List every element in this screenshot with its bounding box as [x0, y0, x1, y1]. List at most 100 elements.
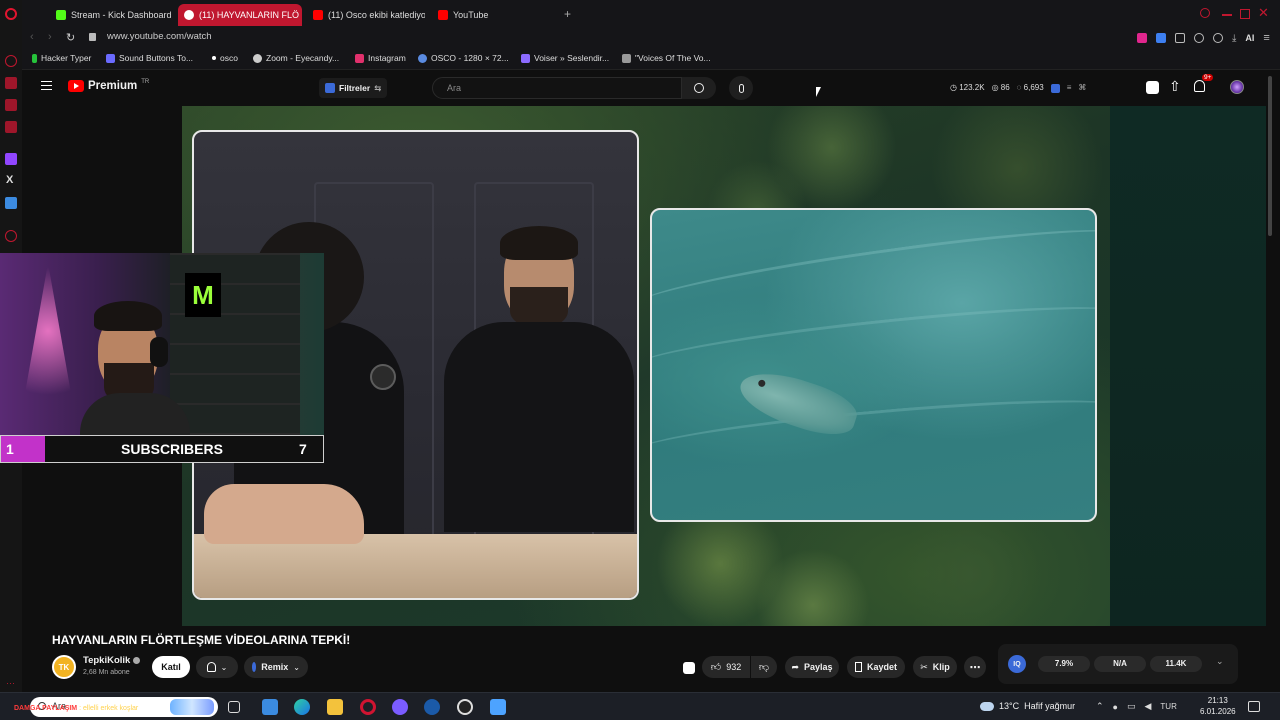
- extension-icon[interactable]: [1137, 33, 1147, 43]
- chevron-down-icon[interactable]: ⌄: [1216, 656, 1224, 667]
- tab-label: YouTube: [453, 10, 489, 20]
- fish-eye: [757, 378, 767, 388]
- opera-taskbar-icon[interactable]: [360, 699, 376, 715]
- clip-label: Klip: [932, 662, 950, 672]
- subscribe-bell-button[interactable]: ⌄: [196, 656, 238, 678]
- close-button[interactable]: ✕: [1258, 5, 1269, 21]
- thumbs-up-icon: 👍︎: [710, 662, 722, 673]
- edge-icon[interactable]: [294, 699, 310, 715]
- sidebar-refresh-icon[interactable]: [5, 55, 17, 67]
- create-icon[interactable]: [1146, 81, 1159, 94]
- network-icon[interactable]: ▭: [1127, 701, 1136, 712]
- sidebar-more-icon[interactable]: ···: [6, 678, 15, 688]
- bookmark-voices[interactable]: "Voices Of The Vo...: [622, 53, 711, 63]
- dislike-button[interactable]: 👎︎: [751, 656, 777, 678]
- bookmark-zoom[interactable]: Zoom - Eyecandy...: [253, 53, 339, 63]
- subscriber-goal: 7: [299, 441, 307, 457]
- ext-stat-c: 11.4K: [1150, 656, 1202, 672]
- search-icon: [694, 83, 704, 93]
- obs-icon[interactable]: [457, 699, 473, 715]
- maximize-button[interactable]: [1240, 9, 1250, 19]
- cast-icon[interactable]: ⌘: [1078, 83, 1086, 93]
- reload-icon[interactable]: ↻: [66, 31, 75, 44]
- bookmark-voiser[interactable]: Voiser » Seslendir...: [521, 53, 609, 63]
- new-tab-button[interactable]: +: [564, 7, 571, 21]
- tab-youtube[interactable]: YouTube: [432, 4, 550, 26]
- upload-icon[interactable]: ⇧: [1169, 78, 1181, 95]
- app-icon[interactable]: [490, 699, 506, 715]
- chevron-down-icon: ⌄: [293, 662, 300, 672]
- volume-icon[interactable]: ◀: [1145, 701, 1152, 712]
- extension-icon[interactable]: [1156, 33, 1166, 43]
- bookmark-instagram[interactable]: Instagram: [355, 53, 406, 63]
- clock-date: 6.01.2026: [1200, 707, 1236, 716]
- bookmark-sound-buttons[interactable]: Sound Buttons To...: [106, 53, 193, 63]
- bookmark-osco[interactable]: osco: [212, 53, 238, 63]
- file-explorer-icon[interactable]: [262, 699, 278, 715]
- extension-icon[interactable]: [1175, 33, 1185, 43]
- avatar[interactable]: [1230, 80, 1244, 94]
- microphone-icon[interactable]: ●: [1113, 702, 1118, 712]
- search-input[interactable]: Ara: [432, 77, 682, 99]
- page-scrollbar[interactable]: [1268, 70, 1274, 692]
- extensions-group: ⤓ AI ≡: [1137, 32, 1270, 44]
- filters-button[interactable]: Filtreler ⇆: [319, 78, 388, 98]
- profile-icon[interactable]: [1213, 33, 1223, 43]
- sidebar-music-icon[interactable]: [5, 121, 17, 133]
- bookmark-osco-1280[interactable]: OSCO - 1280 × 72...: [418, 53, 509, 63]
- voice-search-button[interactable]: [729, 76, 753, 100]
- sidebar-app-icon[interactable]: [5, 197, 17, 209]
- task-view-icon[interactable]: [228, 701, 240, 713]
- chevron-up-icon[interactable]: ⌃: [1096, 701, 1104, 712]
- discord-icon[interactable]: [392, 699, 408, 715]
- opera-logo-icon[interactable]: [5, 8, 17, 20]
- bookmark-label: Sound Buttons To...: [119, 53, 194, 63]
- hamburger-menu-icon[interactable]: [41, 81, 52, 90]
- puzzle-icon[interactable]: [1194, 33, 1204, 43]
- filters-label: Filtreler: [339, 83, 371, 93]
- list-icon[interactable]: ≡: [1067, 83, 1072, 93]
- language-indicator[interactable]: TUR: [1160, 702, 1176, 711]
- steam-icon[interactable]: [424, 699, 440, 715]
- folder-icon[interactable]: [327, 699, 343, 715]
- sidebar-x-icon[interactable]: X: [6, 174, 13, 186]
- back-icon[interactable]: ‹: [30, 31, 34, 43]
- tab-hayvanlarin[interactable]: (11) HAYVANLARIN FLÖ: [178, 4, 302, 26]
- remix-button[interactable]: Remix ⌄: [244, 656, 308, 678]
- join-button[interactable]: Katıl: [152, 656, 190, 678]
- sidebar-twitch-icon[interactable]: [5, 153, 17, 165]
- scrollbar-thumb[interactable]: [1268, 76, 1272, 236]
- sidebar-history-icon[interactable]: [5, 230, 17, 242]
- sidebar-bag-icon[interactable]: [5, 77, 17, 89]
- notification-center-icon[interactable]: [1248, 701, 1260, 712]
- channel-avatar[interactable]: TK: [52, 655, 76, 679]
- search-button[interactable]: [682, 77, 716, 99]
- weather-widget[interactable]: 13°C Hafif yağmur: [980, 701, 1075, 711]
- ai-button[interactable]: AI: [1245, 33, 1254, 43]
- share-label: Paylaş: [804, 662, 833, 672]
- tab-search-icon[interactable]: [1200, 8, 1210, 18]
- clip-button[interactable]: ✂ Klip: [913, 656, 957, 678]
- forward-icon[interactable]: ›: [48, 31, 52, 43]
- notifications-button[interactable]: 9+: [1194, 74, 1214, 92]
- iq-icon[interactable]: [1050, 84, 1060, 93]
- more-actions-button[interactable]: ⋯: [964, 656, 986, 678]
- clock[interactable]: 21:13 6.01.2026: [1200, 695, 1236, 717]
- share-button[interactable]: ➦ Paylaş: [785, 656, 839, 678]
- bookmarks-bar: Hacker Typer Sound Buttons To... osco Zo…: [22, 48, 1280, 70]
- save-label: Kaydet: [866, 662, 897, 672]
- download-icon[interactable]: ⤓: [1232, 33, 1236, 44]
- youtube-logo[interactable]: Premium TR: [68, 79, 149, 92]
- bookmark-hacker-typer[interactable]: Hacker Typer: [32, 53, 91, 63]
- minimize-button[interactable]: [1222, 14, 1232, 16]
- like-button[interactable]: 👍︎ 932: [702, 656, 750, 678]
- clock-time: 21:13: [1207, 696, 1228, 705]
- menu-icon[interactable]: ≡: [1263, 32, 1269, 44]
- ai-spark-icon[interactable]: [683, 662, 695, 674]
- save-button[interactable]: Kaydet: [847, 656, 905, 678]
- tab-kick-dashboard[interactable]: Stream - Kick Dashboard: [50, 4, 174, 26]
- url-field[interactable]: www.youtube.com/watch: [107, 31, 212, 42]
- sidebar-messages-icon[interactable]: [5, 99, 17, 111]
- channel-name[interactable]: TepkiKolik: [83, 655, 141, 666]
- tab-osco-ekibi[interactable]: (11) Osco ekibi katlediyor: [307, 4, 425, 26]
